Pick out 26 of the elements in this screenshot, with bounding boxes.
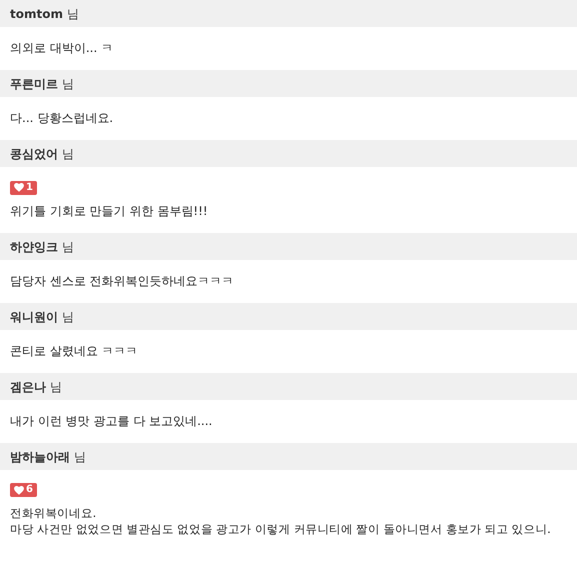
comment-author: tomtom [10, 6, 63, 21]
comment-text: 내가 이런 병맛 광고를 다 보고있네.... [10, 412, 214, 428]
honorific-suffix: 님 [74, 448, 86, 464]
comment-text: 위기틀 기회로 만들기 위한 몸부림!!! [10, 202, 209, 218]
honorific-suffix: 님 [62, 238, 74, 254]
comment-author: 콩심었어 [10, 146, 58, 161]
comment-author: 하얀잉크 [10, 238, 58, 254]
like-count[interactable]: 6 [10, 483, 37, 497]
comment-author: 워니원이 [10, 308, 58, 324]
comment-text: 담당자 센스로 전화위복인듯하네요ㅋㅋㅋ [10, 272, 235, 288]
comment-text: 콘티로 살렸네요 ㅋㅋㅋ [10, 342, 139, 358]
honorific-suffix: 님 [50, 378, 62, 394]
comment-text: 전화위복이네요. [10, 505, 98, 521]
honorific-suffix: 님 [62, 76, 74, 91]
comment-text: 다... 당황스럽네요. [10, 110, 114, 126]
honorific-suffix: 님 [66, 6, 79, 21]
comment-text: 마당 사건만 없었으면 별관심도 없었을 광고가 이렇게 커뮤니티에 짤이 돌아니면서 홍보가 되고 있으니. [10, 521, 552, 537]
heart-icon [14, 486, 24, 494]
comment-author: 밤하늘아래 [10, 448, 70, 464]
comment-author: 푸른미르 [10, 76, 58, 91]
like-count[interactable]: 1 [10, 180, 37, 194]
comment-author: 겜은나 [10, 378, 46, 394]
honorific-suffix: 님 [62, 308, 74, 324]
comment-text: 의외로 대박이... ㅋ [10, 40, 114, 56]
honorific-suffix: 님 [62, 146, 74, 161]
heart-icon [14, 183, 24, 192]
